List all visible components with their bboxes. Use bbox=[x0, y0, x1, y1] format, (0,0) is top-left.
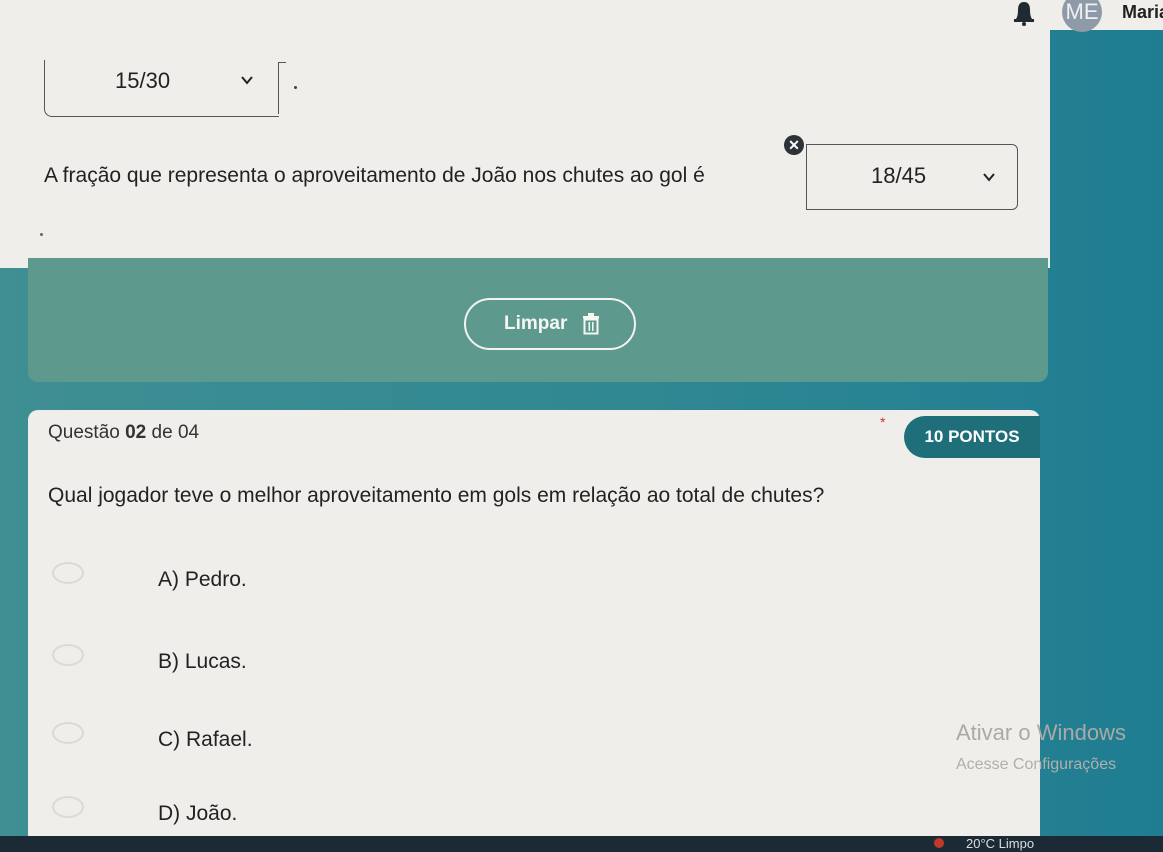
trash-icon bbox=[583, 313, 599, 335]
option-label: B) Lucas. bbox=[158, 650, 247, 673]
option-label: A) Pedro. bbox=[158, 568, 247, 591]
previous-question-card: 15/30 A fração que representa o aproveit… bbox=[0, 28, 1050, 268]
radio-button[interactable] bbox=[52, 796, 84, 818]
period-mark bbox=[294, 86, 297, 89]
option-d[interactable]: D) João. bbox=[48, 796, 948, 840]
option-label: D) João. bbox=[158, 802, 238, 825]
radio-button[interactable] bbox=[52, 562, 84, 584]
radio-button[interactable] bbox=[52, 644, 84, 666]
option-a[interactable]: A) Pedro. bbox=[48, 562, 948, 606]
incorrect-x-icon: ✕ bbox=[784, 135, 804, 155]
stray-dot bbox=[40, 233, 43, 236]
question-counter-prefix: Questão bbox=[48, 422, 126, 443]
user-name[interactable]: Maria bbox=[1122, 2, 1163, 23]
radio-button[interactable] bbox=[52, 722, 84, 744]
weather-widget[interactable]: 20°C Limpo bbox=[966, 836, 1034, 851]
top-bar bbox=[0, 0, 1163, 30]
option-label: C) Rafael. bbox=[158, 728, 253, 751]
answer-dropdown-1[interactable]: 15/30 bbox=[44, 60, 279, 117]
required-mark: * bbox=[880, 414, 886, 430]
answer-dropdown-2-value: 18/45 bbox=[871, 163, 927, 188]
question-counter: Questão 02 de 04 bbox=[48, 422, 199, 444]
previous-question-statement: A fração que representa o aproveitamento… bbox=[44, 164, 705, 187]
question-text: Qual jogador teve o melhor aproveitament… bbox=[48, 484, 825, 507]
points-badge: 10 PONTOS bbox=[904, 416, 1040, 458]
question-card: Questão 02 de 04 * 10 PONTOS Qual jogado… bbox=[28, 410, 1040, 850]
answer-dropdown-1-value: 15/30 bbox=[115, 68, 171, 93]
clear-button[interactable]: Limpar bbox=[464, 298, 636, 350]
answer-dropdown-2[interactable]: 18/45 bbox=[806, 144, 1018, 210]
chevron-down-icon bbox=[241, 76, 253, 85]
weather-alert-icon[interactable] bbox=[934, 838, 944, 848]
activation-watermark-subtitle: Acesse Configurações bbox=[956, 756, 1117, 773]
clear-button-label: Limpar bbox=[504, 313, 568, 334]
option-b[interactable]: B) Lucas. bbox=[48, 644, 948, 688]
question-counter-number: 02 bbox=[125, 422, 147, 443]
question-counter-suffix: de 04 bbox=[146, 422, 200, 443]
option-c[interactable]: C) Rafael. bbox=[48, 722, 948, 766]
activation-watermark-title: Ativar o Windows bbox=[956, 720, 1126, 745]
chevron-down-icon bbox=[983, 173, 995, 182]
bell-icon[interactable] bbox=[1010, 0, 1038, 26]
blank-bracket bbox=[278, 62, 287, 114]
